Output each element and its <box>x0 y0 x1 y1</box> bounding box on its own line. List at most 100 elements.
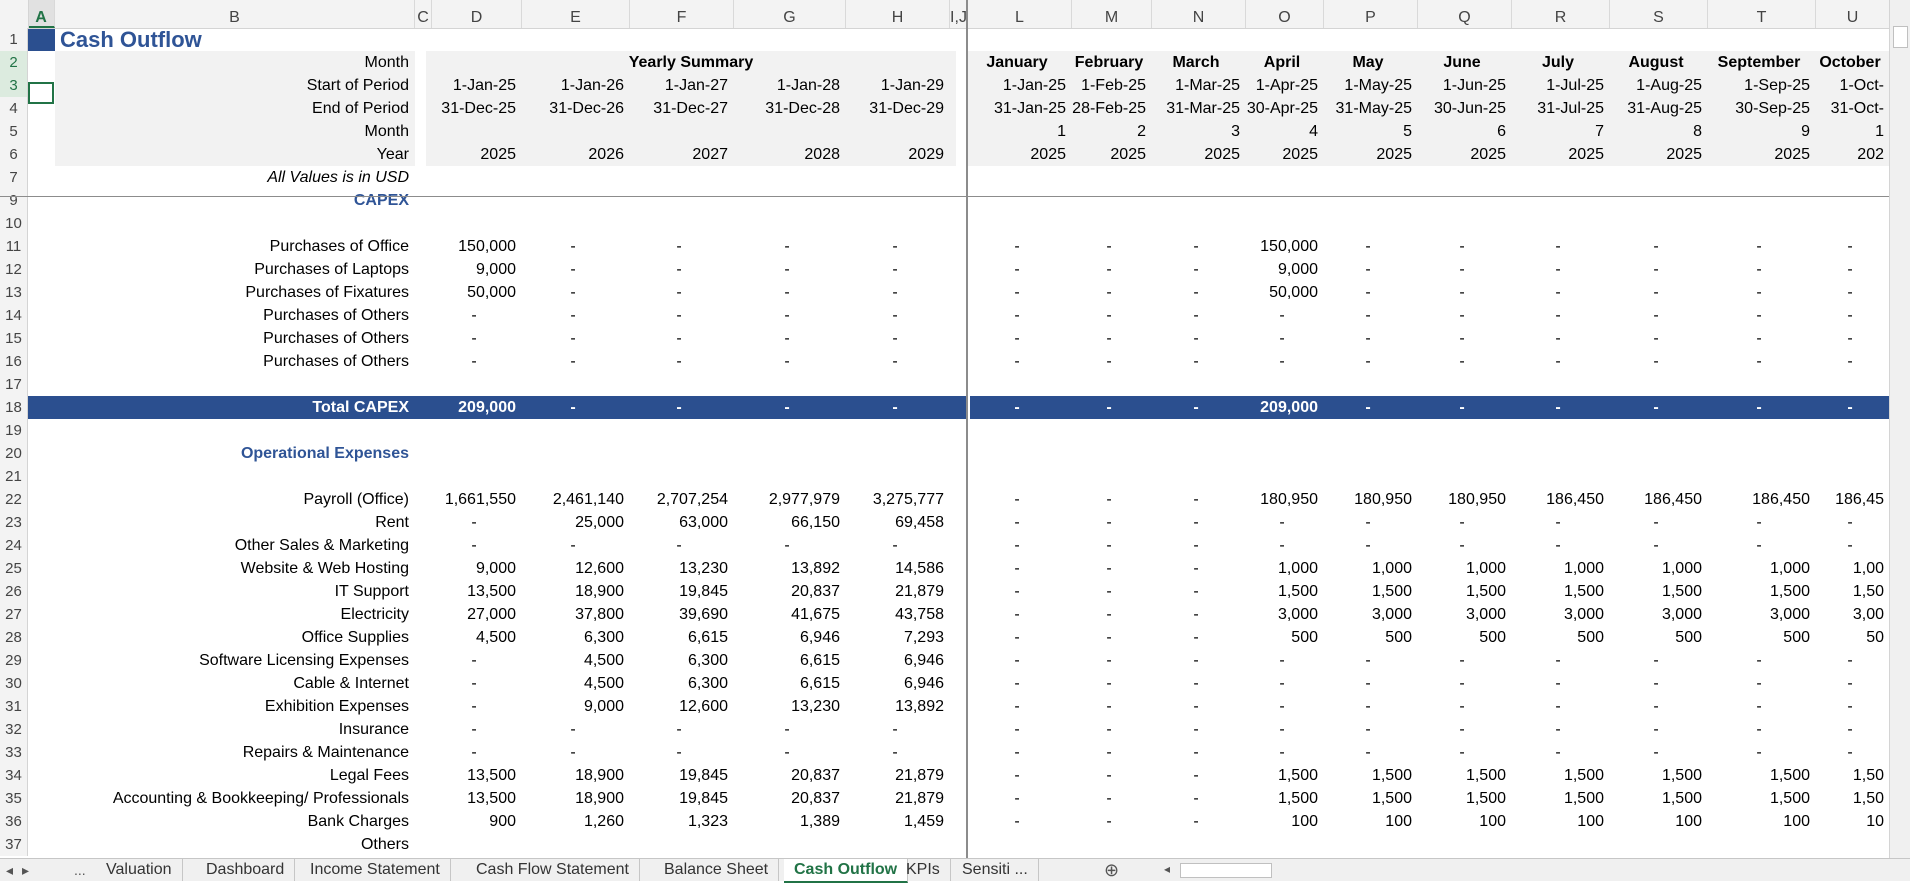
opex-monthly-value[interactable]: - <box>1816 511 1884 534</box>
row-header-20[interactable]: 20 <box>0 442 28 465</box>
opex-yearly-value[interactable]: 1,459 <box>846 810 944 833</box>
month-name-header[interactable]: August <box>1610 51 1702 74</box>
yearly-header-value[interactable]: 2027 <box>630 143 728 166</box>
opex-monthly-value[interactable]: - <box>968 672 1066 695</box>
opex-yearly-value[interactable]: 9,000 <box>432 557 516 580</box>
yearly-header-value[interactable]: 2026 <box>522 143 624 166</box>
opex-yearly-value[interactable]: 6,615 <box>734 672 840 695</box>
opex-monthly-value[interactable]: 1,500 <box>1418 764 1506 787</box>
capex-monthly-value[interactable]: - <box>1708 235 1810 258</box>
capex-monthly-value[interactable]: - <box>1708 281 1810 304</box>
opex-monthly-value[interactable]: 1,00 <box>1816 557 1884 580</box>
opex-monthly-value[interactable] <box>1816 833 1884 856</box>
opex-monthly-value[interactable]: 186,45 <box>1816 488 1884 511</box>
yearly-header-value[interactable]: 2025 <box>432 143 516 166</box>
opex-monthly-value[interactable]: 1,500 <box>1246 764 1318 787</box>
row-header-24[interactable]: 24 <box>0 534 28 557</box>
scroll-left-icon[interactable]: ◂ <box>1164 858 1170 880</box>
capex-monthly-value[interactable]: - <box>968 327 1066 350</box>
opex-monthly-value[interactable]: - <box>1324 695 1412 718</box>
opex-monthly-value[interactable]: - <box>1816 741 1884 764</box>
capex-monthly-value[interactable]: - <box>1324 350 1412 373</box>
opex-yearly-value[interactable]: 3,275,777 <box>846 488 944 511</box>
capex-monthly-value[interactable]: - <box>1246 327 1318 350</box>
column-header-a[interactable]: A <box>28 0 55 28</box>
month-name-header[interactable]: April <box>1246 51 1318 74</box>
opex-monthly-value[interactable]: 1,500 <box>1708 580 1810 603</box>
capex-yearly-value[interactable]: - <box>522 281 624 304</box>
opex-monthly-value[interactable]: 500 <box>1324 626 1412 649</box>
opex-monthly-value[interactable] <box>1324 833 1412 856</box>
capex-yearly-value[interactable]: - <box>630 350 728 373</box>
opex-monthly-value[interactable]: 500 <box>1512 626 1604 649</box>
opex-monthly-value[interactable]: - <box>1418 672 1506 695</box>
row-header-31[interactable]: 31 <box>0 695 28 718</box>
monthly-header-value[interactable]: 28-Feb-25 <box>1072 97 1146 120</box>
opex-monthly-value[interactable]: 100 <box>1418 810 1506 833</box>
opex-monthly-value[interactable]: 186,450 <box>1708 488 1810 511</box>
horizontal-scroll-thumb[interactable] <box>1180 863 1272 878</box>
capex-yearly-value[interactable]: - <box>734 350 840 373</box>
opex-yearly-value[interactable]: 13,230 <box>734 695 840 718</box>
opex-yearly-value[interactable] <box>630 833 728 856</box>
opex-monthly-value[interactable]: - <box>1072 626 1146 649</box>
opex-yearly-value[interactable]: 19,845 <box>630 764 728 787</box>
month-name-header[interactable]: January <box>968 51 1066 74</box>
capex-yearly-value[interactable]: - <box>630 304 728 327</box>
opex-yearly-value[interactable]: - <box>522 534 624 557</box>
row-header-12[interactable]: 12 <box>0 258 28 281</box>
opex-monthly-value[interactable] <box>1512 833 1604 856</box>
capex-monthly-value[interactable]: - <box>1708 350 1810 373</box>
capex-monthly-value[interactable]: - <box>1324 327 1412 350</box>
opex-monthly-value[interactable]: 1,000 <box>1246 557 1318 580</box>
capex-monthly-value[interactable]: - <box>1418 281 1506 304</box>
total-capex-monthly[interactable]: - <box>1324 396 1412 419</box>
opex-yearly-value[interactable] <box>846 833 944 856</box>
opex-yearly-value[interactable]: - <box>630 741 728 764</box>
row-header-17[interactable]: 17 <box>0 373 28 396</box>
yearly-header-value[interactable]: 31-Dec-27 <box>630 97 728 120</box>
next-sheet-icon[interactable]: ▸ <box>22 859 29 881</box>
capex-monthly-value[interactable]: - <box>1418 350 1506 373</box>
opex-yearly-value[interactable]: 14,586 <box>846 557 944 580</box>
opex-row-label[interactable]: Cable & Internet <box>55 672 409 695</box>
opex-yearly-value[interactable]: 41,675 <box>734 603 840 626</box>
opex-yearly-value[interactable]: 20,837 <box>734 764 840 787</box>
monthly-header-value[interactable]: 31-May-25 <box>1324 97 1412 120</box>
capex-yearly-value[interactable]: - <box>846 281 944 304</box>
opex-monthly-value[interactable]: - <box>1708 718 1810 741</box>
opex-monthly-value[interactable]: - <box>1152 741 1240 764</box>
opex-monthly-value[interactable]: - <box>1610 649 1702 672</box>
capex-yearly-value[interactable]: - <box>734 235 840 258</box>
opex-monthly-value[interactable]: - <box>1324 741 1412 764</box>
monthly-header-value[interactable]: 6 <box>1418 120 1506 143</box>
row-header-37[interactable]: 37 <box>0 833 28 856</box>
row-header-14[interactable]: 14 <box>0 304 28 327</box>
opex-row-label[interactable]: Other Sales & Marketing <box>55 534 409 557</box>
opex-yearly-value[interactable]: 6,946 <box>734 626 840 649</box>
capex-monthly-value[interactable]: - <box>1072 258 1146 281</box>
opex-yearly-value[interactable]: 6,300 <box>630 649 728 672</box>
capex-yearly-value[interactable]: - <box>846 327 944 350</box>
opex-yearly-value[interactable]: - <box>734 534 840 557</box>
opex-yearly-value[interactable]: 6,300 <box>630 672 728 695</box>
opex-monthly-value[interactable]: - <box>1708 534 1810 557</box>
opex-monthly-value[interactable]: 3,000 <box>1418 603 1506 626</box>
opex-monthly-value[interactable]: - <box>1816 672 1884 695</box>
opex-monthly-value[interactable]: - <box>968 511 1066 534</box>
opex-row-label[interactable]: Rent <box>55 511 409 534</box>
total-capex-monthly[interactable]: - <box>968 396 1066 419</box>
opex-yearly-value[interactable]: 19,845 <box>630 787 728 810</box>
opex-monthly-value[interactable]: - <box>1610 511 1702 534</box>
opex-yearly-value[interactable]: 4,500 <box>432 626 516 649</box>
capex-yearly-value[interactable]: - <box>734 327 840 350</box>
opex-yearly-value[interactable]: 43,758 <box>846 603 944 626</box>
opex-monthly-value[interactable]: - <box>1418 649 1506 672</box>
capex-monthly-value[interactable]: - <box>1418 304 1506 327</box>
opex-monthly-value[interactable]: - <box>1152 534 1240 557</box>
capex-monthly-value[interactable]: - <box>1072 281 1146 304</box>
opex-monthly-value[interactable]: - <box>1816 534 1884 557</box>
column-header-o[interactable]: O <box>1246 0 1324 28</box>
capex-monthly-value[interactable]: - <box>1152 258 1240 281</box>
opex-row-label[interactable]: IT Support <box>55 580 409 603</box>
